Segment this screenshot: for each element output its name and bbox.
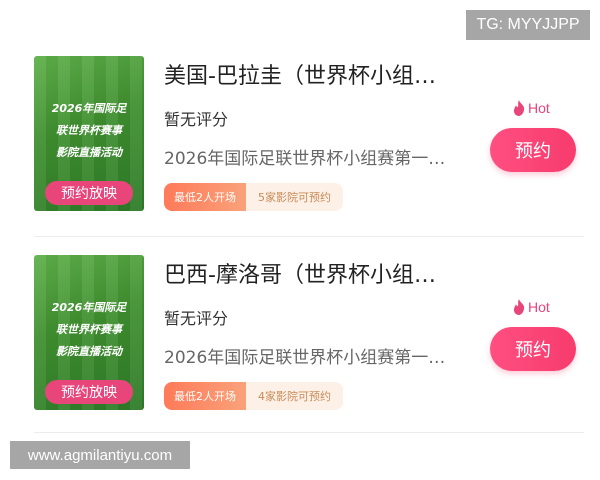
hot-label: Hot [528,299,550,315]
poster-line: 联世界杯赛事 [56,124,122,137]
reserve-screening-button[interactable]: 预约放映 [45,181,133,205]
min-attendance-tag: 最低2人开场 [164,183,246,211]
poster-line: 2026年国际足 [51,102,127,115]
telegram-watermark: TG: MYYJJPP [466,10,590,40]
poster-caption: 2026年国际足 联世界杯赛事 影院直播活动 [34,297,144,363]
flame-icon [513,299,525,315]
event-rating: 暂无评分 [164,110,229,129]
event-description: 2026年国际足联世界杯小组赛第一… [164,149,446,169]
event-tags: 最低2人开场 4家影院可预约 [164,382,343,410]
book-button[interactable]: 预约 [490,327,576,371]
event-card[interactable]: 2026年国际足 联世界杯赛事 影院直播活动 预约放映 巴西-摩洛哥（世界杯小组… [34,247,584,432]
hot-label: Hot [528,100,550,116]
event-title[interactable]: 美国-巴拉圭（世界杯小组… [164,58,474,94]
poster-line: 影院直播活动 [56,345,122,358]
site-watermark: www.agmilantiyu.com [10,441,190,469]
poster-line: 联世界杯赛事 [56,323,122,336]
card-divider [34,432,584,433]
cinema-count-tag: 5家影院可预约 [246,183,343,211]
book-button[interactable]: 预约 [490,128,576,172]
event-card[interactable]: 2026年国际足 联世界杯赛事 影院直播活动 预约放映 美国-巴拉圭（世界杯小组… [34,48,584,233]
event-title[interactable]: 巴西-摩洛哥（世界杯小组… [164,257,474,293]
event-description: 2026年国际足联世界杯小组赛第一… [164,348,446,368]
card-divider [34,236,584,237]
min-attendance-tag: 最低2人开场 [164,382,246,410]
poster-line: 2026年国际足 [51,301,127,314]
event-rating: 暂无评分 [164,309,229,328]
poster-caption: 2026年国际足 联世界杯赛事 影院直播活动 [34,98,144,164]
event-tags: 最低2人开场 5家影院可预约 [164,183,343,211]
cinema-count-tag: 4家影院可预约 [246,382,343,410]
event-poster[interactable]: 2026年国际足 联世界杯赛事 影院直播活动 预约放映 [34,56,144,211]
hot-badge: Hot [512,100,550,116]
reserve-screening-button[interactable]: 预约放映 [45,380,133,404]
hot-badge: Hot [512,299,550,315]
event-poster[interactable]: 2026年国际足 联世界杯赛事 影院直播活动 预约放映 [34,255,144,410]
poster-line: 影院直播活动 [56,146,122,159]
flame-icon [513,100,525,116]
